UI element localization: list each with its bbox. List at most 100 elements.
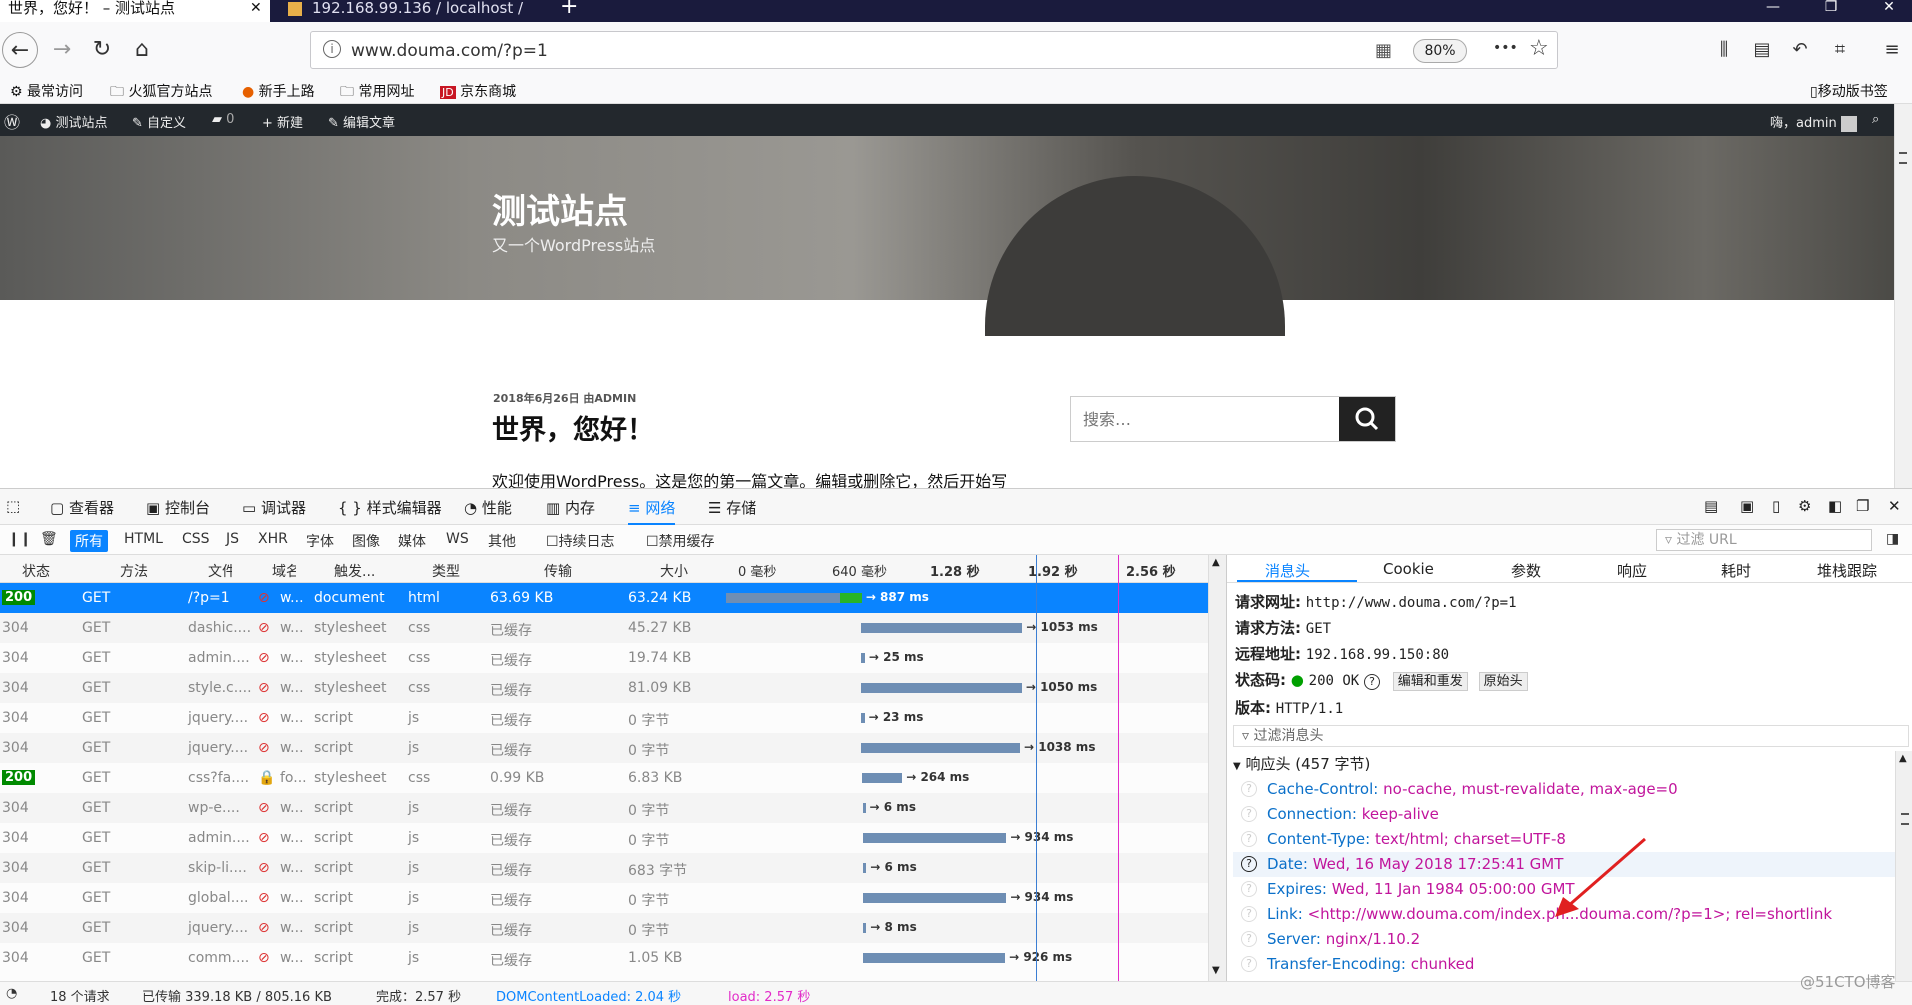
dock-side-icon[interactable]: ◧ [1828,497,1842,515]
filter-all[interactable]: 所有 [70,530,108,552]
col-status[interactable]: 状态 [22,561,50,581]
post-meta[interactable]: 2018年6月26日 由ADMIN [493,390,636,406]
table-row[interactable]: 304 GET jquery.... w... script js 已缓存 0 字节 ⊘ → 23… [0,703,1208,733]
post-title[interactable]: 世界，您好！ [492,408,654,447]
tab-cookies[interactable]: Cookie [1383,560,1434,578]
wp-edit-post-link[interactable]: ✎ 编辑文章 [328,112,395,131]
forward-arrow-icon[interactable]: → [44,32,80,68]
col-size[interactable]: 大小 [660,561,688,581]
table-row[interactable]: 304 GET skip-li.... w... script js 已缓存 683 字节 ⊘ →… [0,853,1208,883]
popout-icon[interactable]: ❐ [1856,497,1869,515]
wordpress-logo-icon[interactable]: Ⓦ [4,109,20,133]
filter-fonts[interactable]: 字体 [306,531,334,551]
tab-params[interactable]: 参数 [1511,560,1541,581]
element-picker-icon[interactable]: ⬚ [6,497,20,515]
persist-log-checkbox[interactable]: ☐持续日志 [546,531,615,551]
screenshot-icon[interactable]: ⌗ [1822,32,1858,68]
back-arrow-icon[interactable]: ← [2,32,38,68]
zoom-indicator[interactable]: 80% [1413,39,1467,63]
table-row[interactable]: 304 GET admin.... w... script js 已缓存 0 字节 ⊘ → 934… [0,823,1208,853]
responsive-icon[interactable]: ▯ [1772,497,1780,515]
table-row[interactable]: 200 GET css?fa.... fo... stylesheet css 0.99 K… [0,763,1208,793]
col-type[interactable]: 类型 [432,561,460,581]
details-scrollbar[interactable]: ▲ [1895,751,1912,981]
pause-icon[interactable]: ❙❙ [8,531,31,547]
filter-media[interactable]: 媒体 [398,531,426,551]
disable-cache-checkbox[interactable]: ☐禁用缓存 [646,531,715,551]
library-icon[interactable]: ⫼ [1706,32,1742,68]
tab-phpmyadmin[interactable]: 192.168.99.136 / localhost / [278,0,546,22]
filter-images[interactable]: 图像 [352,531,380,551]
tab-response[interactable]: 响应 [1617,560,1647,581]
filter-html[interactable]: HTML [124,531,163,547]
filter-headers-input[interactable]: ▿ 过滤消息头 [1233,725,1909,747]
reload-icon[interactable]: ↻ [84,32,120,68]
tool-debugger[interactable]: ▭ 调试器 [242,497,306,518]
tool-inspector[interactable]: ▢ 查看器 [50,497,114,518]
info-icon[interactable]: i [323,40,341,58]
wp-customize-link[interactable]: ✎ 自定义 [132,112,186,131]
response-header-row[interactable]: ? Server: nginx/1.10.2 [1233,927,1899,952]
request-list-scrollbar[interactable]: ▲ ▼ [1208,555,1226,981]
table-row[interactable]: 304 GET jquery.... w... script js 已缓存 0 字节 ⊘ → 10… [0,733,1208,763]
help-icon[interactable]: ? [1241,956,1257,972]
page-actions-icon[interactable]: ••• [1493,40,1518,56]
response-headers-toggle[interactable]: ▼ 响应头 (457 字节) [1233,753,1370,774]
new-tab-button[interactable]: + [560,0,590,22]
wp-new-link[interactable]: + 新建 [262,112,303,131]
tool-storage[interactable]: ☰ 存储 [708,497,756,518]
col-file[interactable]: 文件 [208,561,232,581]
tool-network[interactable]: ≡ 网络 [628,497,676,525]
bookmark-jd[interactable]: JD 京东商城 [440,81,516,101]
table-row[interactable]: 304 GET wp-e.... w... script js 已缓存 0 字节 ⊘ → 6 ms [0,793,1208,823]
filter-other[interactable]: 其他 [488,531,516,551]
tab-timings[interactable]: 耗时 [1721,560,1751,581]
window-close-icon[interactable]: ✕ [1866,0,1912,22]
table-row[interactable]: 304 GET dashic.... w... stylesheet css 已缓存 45.2… [0,613,1208,643]
table-row[interactable]: 200 GET /?p=1 w... document html 63.69 KB 63.24… [0,583,1208,613]
bookmark-firefox-official[interactable]: 🗀 火狐官方站点 [110,81,212,105]
menu-icon[interactable]: ≡ [1874,32,1910,68]
bookmark-common-sites[interactable]: 🗀 常用网址 [340,81,414,105]
tool-performance[interactable]: ◔ 性能 [464,497,512,518]
page-scrollbar[interactable] [1894,104,1912,488]
tab-active[interactable]: 世界，您好！ – 测试站点 ✕ [0,0,270,22]
star-bookmark-icon[interactable]: ☆ [1529,36,1549,61]
home-icon[interactable]: ⌂ [124,32,160,68]
tab-headers[interactable]: 消息头 [1265,560,1310,581]
search-icon[interactable]: ⌕ [1872,112,1879,127]
split-console-icon[interactable]: ▣ [1740,497,1754,515]
table-row[interactable]: 304 GET admin.... w... stylesheet css 已缓存 19.74… [0,643,1208,673]
scroll-up-icon[interactable]: ▲ [1212,557,1220,568]
site-title[interactable]: 测试站点 [492,184,628,233]
url-text[interactable]: www.douma.com/?p=1 [351,41,548,61]
trash-icon[interactable]: 🗑 [40,531,58,547]
scroll-down-icon[interactable]: ▼ [1212,965,1220,976]
table-row[interactable]: 304 GET style.c.... w... stylesheet css 已缓存 81.… [0,673,1208,703]
wp-user-greeting[interactable]: 嗨，admin [1770,112,1857,132]
response-header-row[interactable]: ? Connection: keep-alive [1233,802,1899,827]
tab-stack-trace[interactable]: 堆栈跟踪 [1817,560,1877,581]
help-icon[interactable]: ? [1241,881,1257,897]
filter-xhr[interactable]: XHR [258,531,288,547]
sidebar-icon[interactable]: ▤ [1744,32,1780,68]
search-input[interactable] [1071,397,1339,441]
tool-memory[interactable]: ▥ 内存 [546,497,595,518]
undo-icon[interactable]: ↶ [1782,32,1818,68]
bookmark-mobile[interactable]: ▯移动版书签 [1810,81,1888,101]
edit-resend-button[interactable]: 编辑和重发 [1392,672,1468,691]
col-transferred[interactable]: 传输 [544,561,572,581]
filter-ws[interactable]: WS [446,531,469,547]
table-row[interactable]: 304 GET global.... w... script js 已缓存 0 字节 ⊘ → 93… [0,883,1208,913]
table-row[interactable]: 304 GET comm.... w... script js 已缓存 1.05 KB ⊘ → 9… [0,943,1208,973]
tool-console[interactable]: ▣ 控制台 [146,497,210,518]
bookmark-most-visited[interactable]: ⚙ 最常访问 [10,81,83,101]
tab-close-icon[interactable]: ✕ [250,0,262,16]
table-row[interactable]: 304 GET jquery.... w... script js 已缓存 0 字节 ⊘ → 8 … [0,913,1208,943]
help-icon[interactable]: ? [1241,856,1257,872]
scroll-up-icon[interactable]: ▲ [1899,753,1907,764]
help-icon[interactable]: ? [1241,931,1257,947]
col-cause[interactable]: 触发... [334,561,375,581]
devtools-close-icon[interactable]: ✕ [1888,497,1901,515]
wp-comments-link[interactable]: ▰ 0 [212,112,234,127]
